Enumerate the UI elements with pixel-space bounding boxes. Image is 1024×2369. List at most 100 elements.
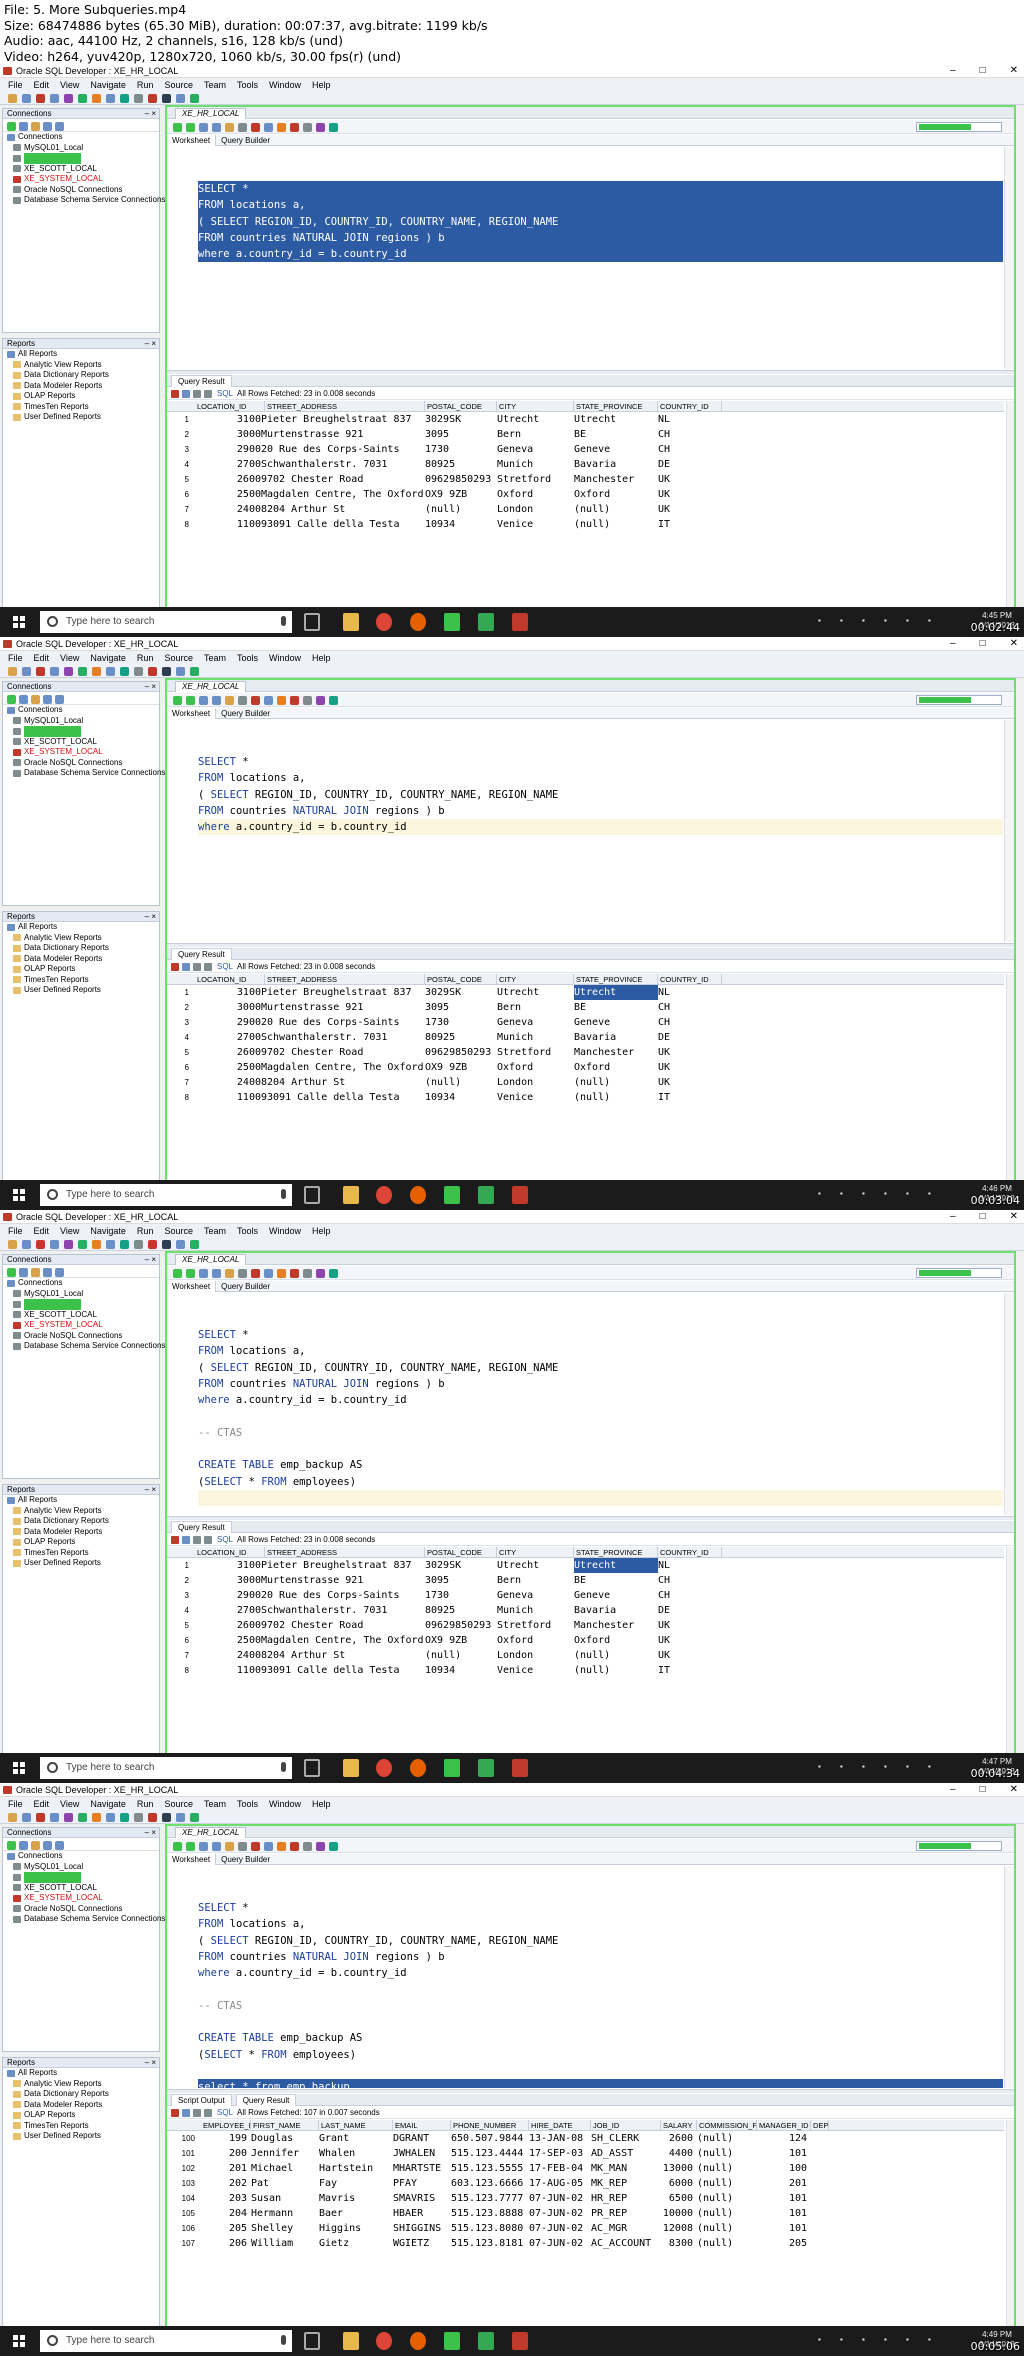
column-header[interactable]: PHONE_NUMBER <box>451 2120 529 2131</box>
table-cell[interactable]: 515.123.8080 <box>451 2221 529 2236</box>
column-header[interactable]: POSTAL_CODE <box>425 401 497 412</box>
menu-help[interactable]: Help <box>312 1225 331 1237</box>
table-cell[interactable]: 8204 Arthur St <box>261 502 427 517</box>
report-item[interactable]: User Defined Reports <box>3 2131 159 2142</box>
table-cell[interactable]: Geneve <box>574 1588 658 1603</box>
file-explorer-icon[interactable] <box>343 613 359 631</box>
report-item[interactable]: All Reports <box>3 2068 159 2079</box>
connection-item[interactable]: Database Schema Service Connections <box>3 768 165 779</box>
menu-file[interactable]: File <box>8 1798 23 1810</box>
table-cell[interactable]: Bern <box>497 1573 574 1588</box>
taskbar-search-input[interactable]: Type here to search <box>40 2330 292 2352</box>
table-cell[interactable]: Geneva <box>497 1015 574 1030</box>
toolbar-button-icon[interactable] <box>134 94 143 103</box>
table-cell[interactable]: SH_CLERK <box>591 2131 661 2146</box>
toolbar-button-icon[interactable] <box>64 1813 73 1822</box>
table-cell[interactable]: Bavaria <box>574 1603 658 1618</box>
table-cell[interactable]: (null) <box>574 1648 658 1663</box>
people-icon[interactable]: ▪ <box>818 616 821 625</box>
toolbar-button-icon[interactable] <box>264 1269 273 1278</box>
toolbar-button-icon[interactable] <box>92 1240 101 1249</box>
table-cell[interactable]: 3000 <box>195 427 261 442</box>
toolbar-button-icon[interactable] <box>193 1536 201 1544</box>
tab-query-result[interactable]: Query Result <box>171 1521 232 1533</box>
table-cell[interactable]: OX9 9ZB <box>425 1633 497 1648</box>
task-view-icon[interactable] <box>304 1759 320 1777</box>
table-cell[interactable]: WGIETZ <box>393 2236 451 2251</box>
table-row[interactable]: 8 1100 93091 Calle della Testa 10934 Venice(… <box>167 1663 1004 1678</box>
menu-source[interactable]: Source <box>164 652 193 664</box>
table-cell[interactable]: 10934 <box>425 1090 497 1105</box>
connection-item[interactable]: XE_HR_LOCAL <box>3 153 159 164</box>
panel-minimize-icon[interactable]: – × <box>145 1485 156 1495</box>
table-cell[interactable]: Oxford <box>497 1633 574 1648</box>
document-tab[interactable]: XE_HR_LOCAL <box>175 108 247 119</box>
connection-item[interactable]: MySQL01_Local <box>3 716 159 727</box>
report-item[interactable]: Data Modeler Reports <box>3 381 159 392</box>
column-header[interactable]: POSTAL_CODE <box>425 1547 497 1558</box>
toolbar-button-icon[interactable] <box>92 1813 101 1822</box>
table-cell[interactable]: Murtenstrasse 921 <box>261 427 427 442</box>
toolbar-button-icon[interactable] <box>212 123 221 132</box>
table-cell[interactable]: William <box>251 2236 319 2251</box>
table-cell[interactable]: 201 <box>757 2176 811 2191</box>
table-cell[interactable]: 650.507.9844 <box>451 2131 529 2146</box>
report-item[interactable]: Data Dictionary Reports <box>3 1516 159 1527</box>
table-cell[interactable]: 10934 <box>425 517 497 532</box>
toolbar-button-icon[interactable] <box>316 1269 325 1278</box>
chevron-up-icon[interactable]: ▪ <box>840 1189 843 1198</box>
network-icon[interactable]: ▪ <box>862 616 865 625</box>
menu-navigate[interactable]: Navigate <box>90 1798 126 1810</box>
toolbar-button-icon[interactable] <box>316 1842 325 1851</box>
column-header[interactable]: POSTAL_CODE <box>425 974 497 985</box>
table-cell[interactable]: 6500 <box>661 2191 697 2206</box>
table-row[interactable]: 6 2500Magdalen Centre, The Oxford Science… <box>167 1633 1004 1648</box>
toolbar-button-icon[interactable] <box>50 94 59 103</box>
toolbar-button-icon[interactable] <box>8 94 17 103</box>
table-cell[interactable]: (null) <box>574 1075 658 1090</box>
report-item[interactable]: TimesTen Reports <box>3 2121 159 2132</box>
toolbar-button-icon[interactable] <box>148 1240 157 1249</box>
table-cell[interactable]: 3029SK <box>425 985 497 1000</box>
table-row[interactable]: 7 2400 8204 Arthur St (null) London (null) UK <box>167 1648 1004 1663</box>
table-cell[interactable]: BE <box>574 1000 658 1015</box>
menu-source[interactable]: Source <box>164 1225 193 1237</box>
column-header[interactable]: LAST_NAME <box>319 2120 393 2131</box>
results-scrollbar[interactable] <box>1006 401 1014 607</box>
column-header[interactable]: COUNTRY_ID <box>658 1547 722 1558</box>
toolbar-button-icon[interactable] <box>264 1842 273 1851</box>
toolbar-button-icon[interactable] <box>186 696 195 705</box>
results-grid[interactable]: LOCATION_ID STREET_ADDRESS POSTAL_CODE CITY… <box>167 1547 1004 1753</box>
task-view-icon[interactable] <box>304 2332 320 2350</box>
minimize-icon[interactable]: – <box>950 1783 956 1797</box>
table-cell[interactable]: 3100 <box>195 1558 261 1573</box>
toolbar-button-icon[interactable] <box>162 1240 171 1249</box>
column-header[interactable]: DEPA <box>811 2120 829 2131</box>
table-cell[interactable]: (null) <box>697 2131 757 2146</box>
toolbar-button-icon[interactable] <box>50 667 59 676</box>
table-row[interactable]: 101 200 Jennifer Whalen JWHALEN 515.123.4444 1… <box>167 2146 1004 2161</box>
table-cell[interactable]: Bavaria <box>574 1030 658 1045</box>
toolbar-button-icon[interactable] <box>176 1240 185 1249</box>
menu-team[interactable]: Team <box>204 79 226 91</box>
table-cell[interactable]: OX9 9ZB <box>425 1060 497 1075</box>
connection-select[interactable] <box>916 1841 1002 1851</box>
toolbar-button-icon[interactable] <box>193 390 201 398</box>
taskbar-search-input[interactable]: Type here to search <box>40 1757 292 1779</box>
connection-item[interactable]: XE_SCOTT_LOCAL <box>3 1310 159 1321</box>
table-cell[interactable]: Oxford <box>497 1060 574 1075</box>
table-cell[interactable]: 2400 <box>195 1075 261 1090</box>
table-row[interactable]: 6 2500Magdalen Centre, The Oxford Science… <box>167 1060 1004 1075</box>
report-item[interactable]: Data Dictionary Reports <box>3 943 159 954</box>
connection-select[interactable] <box>916 1268 1002 1278</box>
table-cell[interactable]: 101 <box>757 2221 811 2236</box>
connection-select[interactable] <box>916 122 1002 132</box>
table-cell[interactable]: AC_ACCOUNT <box>591 2236 661 2251</box>
connection-item[interactable]: XE_HR_LOCAL <box>3 1872 159 1883</box>
tab-query-result[interactable]: Query Result <box>171 375 232 387</box>
menu-navigate[interactable]: Navigate <box>90 1225 126 1237</box>
table-cell[interactable]: Grant <box>319 2131 393 2146</box>
toolbar-button-icon[interactable] <box>55 695 64 704</box>
menu-window[interactable]: Window <box>269 1225 301 1237</box>
toolbar-button-icon[interactable] <box>106 667 115 676</box>
